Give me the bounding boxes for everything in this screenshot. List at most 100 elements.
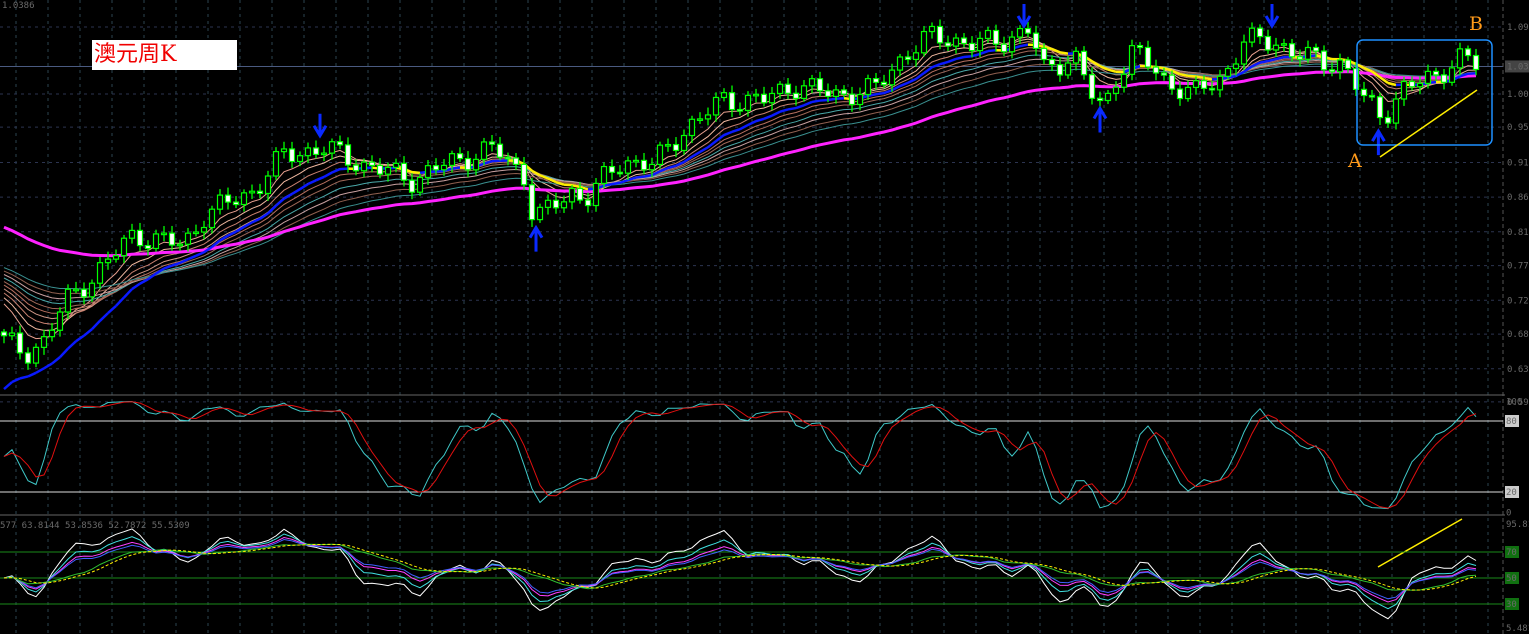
bull-candle xyxy=(1128,39,1136,81)
trend-ma-segment xyxy=(123,288,133,299)
candle-body xyxy=(1328,69,1336,73)
candle-body xyxy=(1240,41,1248,65)
candle-body xyxy=(472,158,480,171)
candle-body xyxy=(1392,98,1400,124)
candle-body xyxy=(24,352,32,364)
candle-body xyxy=(1024,27,1032,34)
candle-body xyxy=(520,163,528,186)
candle-body xyxy=(64,288,72,313)
candle-body xyxy=(152,233,160,250)
bear-candle xyxy=(728,85,736,118)
bull-candle xyxy=(320,146,328,162)
ma-ribbon-line xyxy=(3,50,1477,310)
candle-body xyxy=(1192,80,1200,89)
candle-body xyxy=(120,237,128,257)
bull-candle xyxy=(240,189,248,212)
candle-body xyxy=(776,83,784,95)
ma-ribbon-line xyxy=(3,44,1477,320)
candle-body xyxy=(1320,50,1328,71)
price-axis-label: 1.002 xyxy=(1507,90,1529,100)
candle-body xyxy=(1248,27,1256,43)
candle-body xyxy=(1088,74,1096,99)
trend-ma-segment xyxy=(307,179,317,186)
candle-body xyxy=(1432,70,1440,76)
trend-ma-segment xyxy=(331,167,341,174)
candle-body xyxy=(176,243,184,247)
candle-body xyxy=(1016,27,1024,38)
candle-body xyxy=(1048,58,1056,66)
trend-ma-segment xyxy=(19,375,29,380)
bull-candle xyxy=(1336,53,1344,80)
candle-body xyxy=(328,141,336,154)
bear-candle xyxy=(256,183,264,199)
trend-ma-segment xyxy=(115,296,125,307)
bear-candle xyxy=(1048,55,1056,72)
ma-ribbon-line xyxy=(3,41,1477,325)
trend-ma-segment xyxy=(611,181,621,186)
candle-body xyxy=(248,190,256,194)
trend-ma-segment xyxy=(971,52,981,58)
trend-ma-segment xyxy=(1187,74,1197,78)
candle-body xyxy=(352,164,360,172)
trading-chart-window: 1.091 1.0386 1.002 0.958 0.911 0.865 0.819 0.77… xyxy=(0,0,1529,634)
candle-body xyxy=(56,311,64,331)
candle-body xyxy=(296,155,304,163)
candle-body xyxy=(48,329,56,338)
bull-candle xyxy=(712,92,720,122)
candle-body xyxy=(376,164,384,175)
candle-body xyxy=(824,90,832,98)
candle-body xyxy=(672,143,680,152)
candle-body xyxy=(1112,86,1120,94)
trend-ma-segment xyxy=(907,77,917,84)
bear-candle xyxy=(960,33,968,48)
trend-ma-segment xyxy=(947,57,957,64)
bull-candle xyxy=(1104,89,1112,105)
bear-candle xyxy=(312,140,320,159)
candle-body xyxy=(240,192,248,206)
trend-ma-segment xyxy=(411,170,421,175)
candle-body xyxy=(728,92,736,111)
trend-ma-segment xyxy=(1467,71,1477,75)
bull-candle xyxy=(192,224,200,237)
bear-candle xyxy=(1080,46,1088,80)
trend-ma-segment xyxy=(3,381,13,390)
candle-body xyxy=(1136,45,1144,49)
bull-candle xyxy=(392,158,400,173)
candle-body xyxy=(208,208,216,229)
candle-body xyxy=(632,159,640,163)
candle-body xyxy=(912,52,920,61)
bull-candle xyxy=(1216,69,1224,98)
bull-candle xyxy=(664,138,672,152)
trend-ma-segment xyxy=(827,97,837,102)
trend-ma-segment xyxy=(195,251,205,257)
trend-ma-segment xyxy=(59,347,69,358)
arrow-shape xyxy=(528,224,544,252)
candle-body xyxy=(1384,116,1392,124)
candle-body xyxy=(1064,62,1072,76)
candle-body xyxy=(1280,43,1288,46)
arrow-down-icon xyxy=(1264,4,1280,29)
bear-candle xyxy=(496,136,504,161)
bull-candle xyxy=(48,322,56,342)
candle-body xyxy=(88,282,96,298)
bear-candle xyxy=(1376,92,1384,126)
long-moving-average-line xyxy=(3,70,1477,258)
bull-candle xyxy=(176,239,184,251)
bull-candle xyxy=(952,33,960,54)
chart-canvas[interactable]: 1.091 1.0386 1.002 0.958 0.911 0.865 0.819 0.77… xyxy=(0,0,1529,634)
bear-candle xyxy=(1472,48,1480,76)
candle-body xyxy=(1344,59,1352,70)
bull-candle xyxy=(800,80,808,102)
bear-candle xyxy=(1360,81,1368,103)
trend-ma-segment xyxy=(107,304,117,315)
candle-body xyxy=(424,165,432,179)
candle-body xyxy=(1160,72,1168,76)
trend-ma-segment xyxy=(1259,59,1269,64)
trend-ma-segment xyxy=(435,169,445,173)
candle-body xyxy=(736,108,744,112)
trend-ma-segment xyxy=(771,110,781,117)
candle-body xyxy=(1368,94,1376,98)
candle-body xyxy=(1184,86,1192,100)
candle-body xyxy=(368,161,376,167)
candle-body xyxy=(416,176,424,193)
